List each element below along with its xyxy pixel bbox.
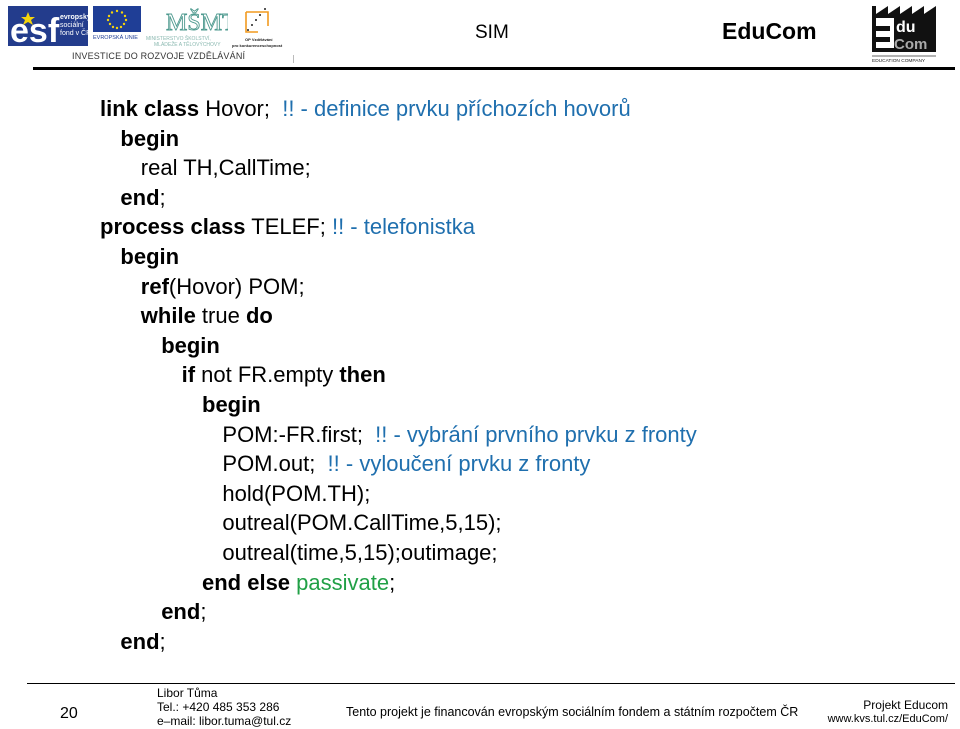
msmt-logo: MŠMT MINISTERSTVO ŠKOLSTVÍ, MLÁDEŽE A TĚ… [146,9,228,48]
code-text: ; [159,184,166,210]
decorative-mark [293,55,294,63]
keyword: begin [161,332,220,358]
code-line: POM:-FR.first; !! - vybrání prvního prvk… [222,422,696,448]
author-info: Libor Tůma Tel.: +420 485 353 286 e–mail… [157,686,291,728]
project-info: Projekt Educom www.kvs.tul.cz/EduCom/ [828,698,948,726]
code-text: outreal(time,5,15);outimage; [222,540,498,565]
code-text: Hovor; [199,96,283,121]
code-comment: !! - telefonistka [331,214,476,240]
eu-flag-logo: EVROPSKÁ UNIE [93,6,141,40]
code-text: ; [389,569,396,595]
code-line: begin [202,392,261,418]
author-name: Libor Tůma [157,686,218,700]
code-line: begin [161,333,220,359]
code-line: outreal(POM.CallTime,5,15); [222,510,501,536]
keyword: ref [140,273,169,299]
code-line: hold(POM.TH); [222,481,370,507]
code-line: POM.out; !! - vyloučení prvku z fronty [222,451,590,477]
funding-note: Tento projekt je financován evropským so… [346,705,799,719]
code-line: if not FR.empty then [182,362,386,388]
code-text: (Hovor) POM; [168,273,305,299]
footer-divider [27,683,955,684]
keyword: then [339,362,386,388]
keyword: if [181,362,196,388]
code-text: POM.out; [222,451,328,477]
keyword: begin [120,244,180,269]
msmt-mark: MŠMT [166,9,228,36]
code-comment: !! - vybrání prvního prvku z fronty [375,421,697,447]
eu-caption: EVROPSKÁ UNIE [93,34,138,40]
code-line: link class Hovor; !! - definice prvku př… [100,96,631,122]
project-url: www.kvs.tul.cz/EduCom/ [827,713,948,725]
code-text: not FR.empty [195,362,340,388]
code-text: real TH,CallTime; [140,155,311,181]
page-number: 20 [60,705,78,722]
code-line: end; [161,599,206,625]
code-line: real TH,CallTime; [141,155,311,181]
code-line: begin [120,126,179,152]
code-text: true [195,303,246,329]
educom-logo-caption: EDUCATION COMPANY [872,58,926,64]
educom-logo-com: Com [894,36,927,53]
author-phone: Tel.: +420 485 353 286 [157,700,280,714]
code-comment: !! - definice prvku příchozích hovorů [282,96,631,121]
code-line: ref(Hovor) POM; [141,274,305,300]
op-frame-icon [245,11,269,33]
educom-e-bar [876,26,890,31]
esf-line-2: sociální [60,22,84,29]
esf-line-3: fond v ČR [60,28,91,37]
educom-e-bar [876,37,890,42]
project-name: Projekt Educom [863,698,948,712]
author-email: e–mail: libor.tuma@tul.cz [157,714,292,728]
code-line: end else passivate; [202,570,395,596]
op-line-1: OP Vzdělávání [245,37,273,42]
code-line: outreal(time,5,15);outimage; [222,540,497,566]
code-comment: !! - vyloučení prvku z fronty [327,451,591,477]
builtin-procedure: passivate [296,569,390,595]
msmt-line-1: MINISTERSTVO ŠKOLSTVÍ, [146,35,211,42]
keyword: do [245,303,273,329]
educom-logo: du Com EDUCATION COMPANY [872,6,936,64]
code-line: end; [120,629,165,655]
code-line: while true do [141,303,273,329]
educom-logo-du: du [896,19,916,36]
keyword: end else [202,569,291,595]
keyword: process class [100,214,246,240]
code-line: end; [120,185,165,211]
keyword: end [120,184,160,210]
keyword: while [140,303,196,329]
msmt-line-2: MLÁDEŽE A TĚLOVÝCHOVY [154,40,221,48]
keyword: begin [120,125,180,151]
code-text: ; [200,599,207,625]
op-vk-logo: OP Vzdělávání pro konkurenceschopnost [232,8,283,48]
esf-line-1: evropský [60,14,91,21]
code-line: process class TELEF; !! - telefonistka [100,214,475,240]
keyword: end [161,599,201,625]
code-text: ; [159,628,166,654]
code-text: outreal(POM.CallTime,5,15); [222,510,502,536]
keyword: begin [202,392,261,417]
subject-label: SIM [475,22,509,43]
code-text: hold(POM.TH); [222,480,371,506]
investice-tagline: INVESTICE DO ROZVOJE VZDĚLÁVÁNÍ [72,51,246,61]
esf-logo-word: esf [10,12,60,46]
op-line-2: pro konkurenceschopnost [232,43,283,48]
keyword: link class [100,96,200,121]
page-title: EduCom [722,18,817,44]
code-text: TELEF; [245,214,332,240]
slide-header: esf evropský sociální fond v ČR EVROPSKÁ… [0,0,960,72]
header-divider [33,67,955,70]
code-text: POM:-FR.first; [222,421,376,447]
educom-e-cutout [876,18,894,48]
keyword: end [120,628,160,654]
code-line: begin [120,244,179,270]
